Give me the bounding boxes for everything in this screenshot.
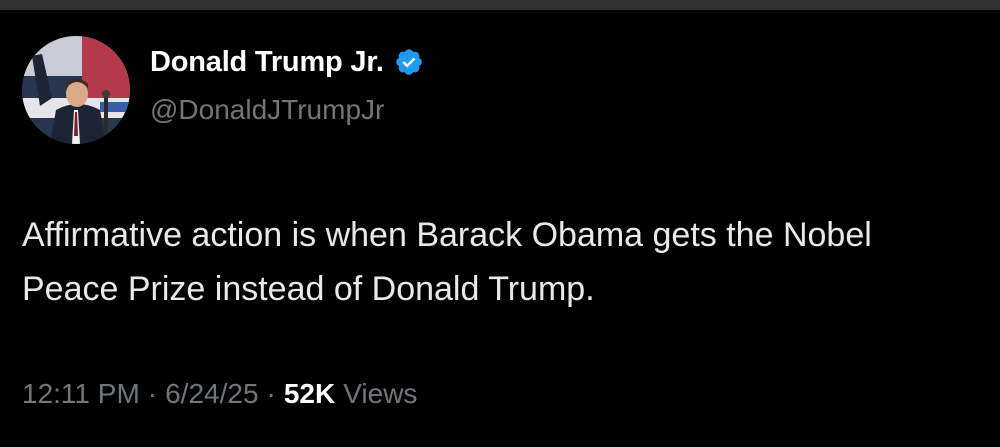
tweet-text: Affirmative action is when Barack Obama …: [22, 216, 872, 308]
views-label[interactable]: Views: [343, 378, 417, 410]
top-bar: [0, 0, 1000, 10]
meta-separator: ·: [147, 378, 158, 409]
tweet-card: Donald Trump Jr. @DonaldJTrumpJr Affirma…: [0, 10, 1000, 447]
user-handle[interactable]: @DonaldJTrumpJr: [150, 94, 384, 126]
tweet-date[interactable]: 6/24/25: [165, 378, 258, 410]
avatar-image: [22, 36, 130, 144]
views-count[interactable]: 52K: [284, 378, 335, 410]
verified-badge-icon: [394, 47, 424, 77]
meta-separator: ·: [266, 378, 276, 409]
display-name-row: Donald Trump Jr.: [150, 42, 424, 82]
tweet-meta: 12:11 PM · 6/24/25 · 52K Views: [22, 378, 417, 410]
avatar[interactable]: [22, 36, 130, 144]
display-name[interactable]: Donald Trump Jr.: [150, 46, 384, 79]
tweet-time[interactable]: 12:11 PM: [22, 378, 140, 410]
